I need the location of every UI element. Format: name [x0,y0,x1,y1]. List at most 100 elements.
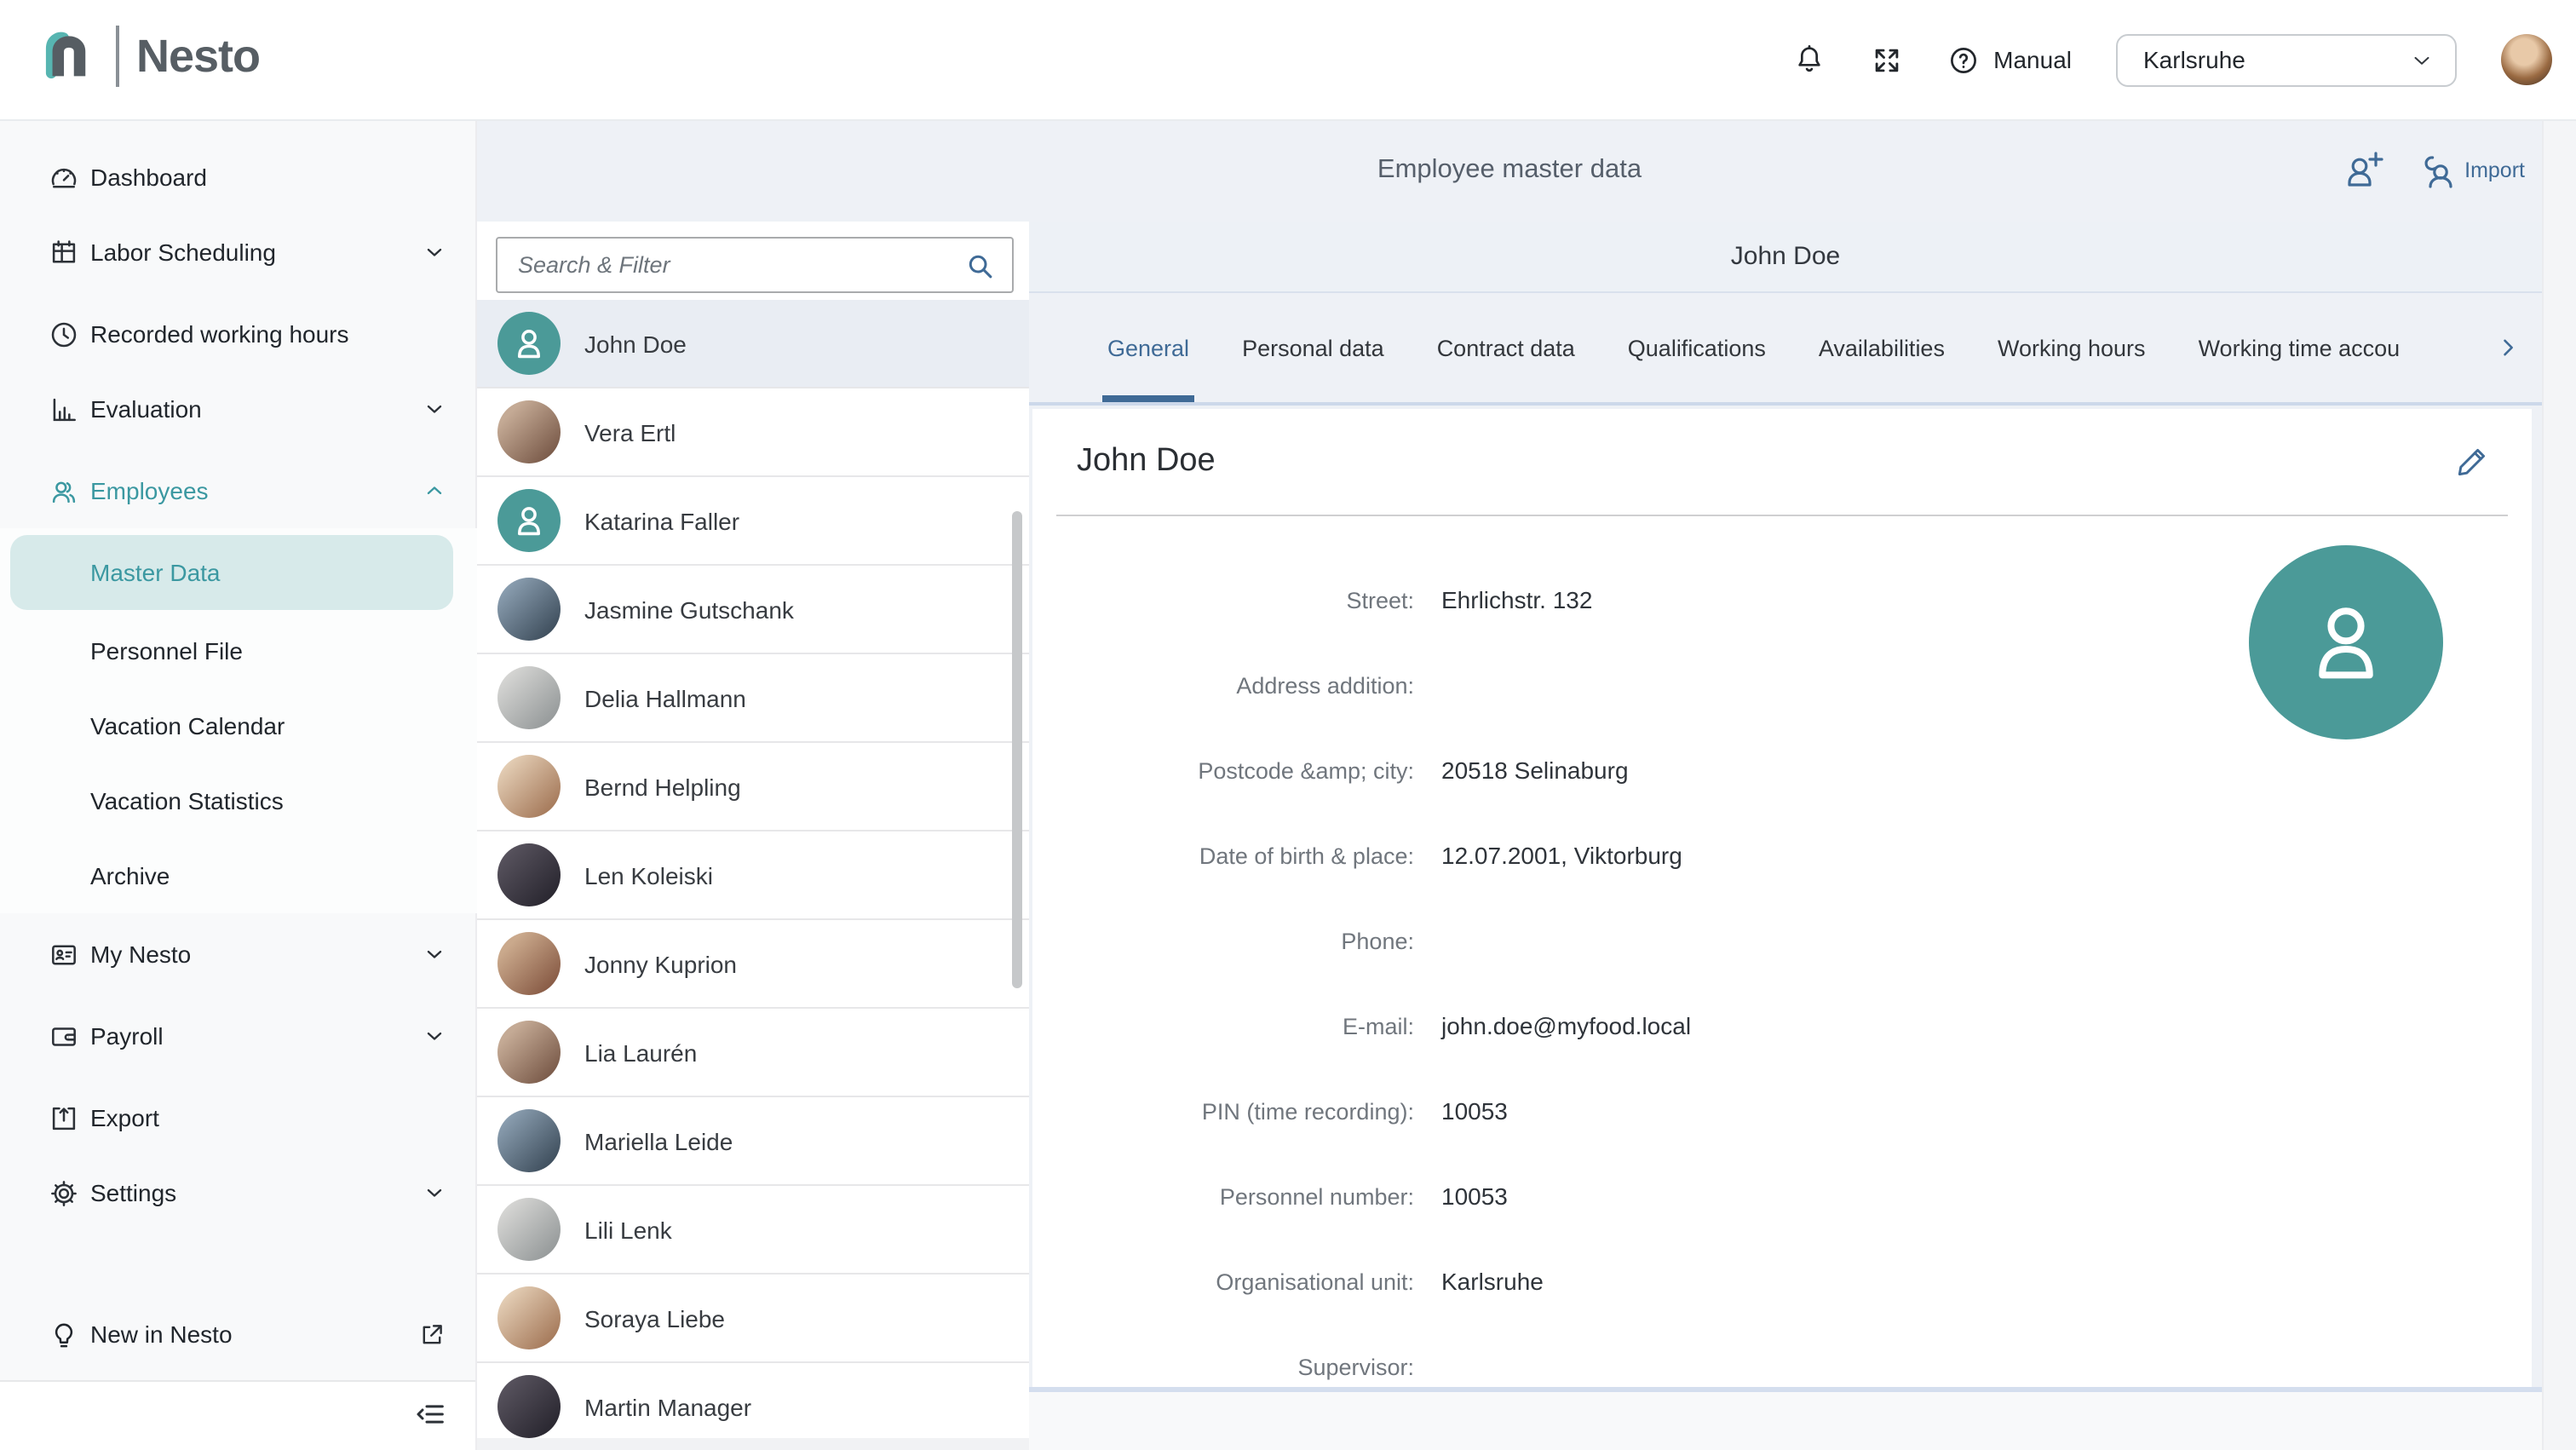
logo-n-icon [37,22,99,90]
edit-pencil-icon[interactable] [2453,443,2491,480]
sidebar-subitem-master-data[interactable]: Master Data [10,535,453,610]
employee-row-delia-hallmann[interactable]: Delia Hallmann [477,654,1029,743]
page-scrollbar-track[interactable] [2542,119,2576,1450]
employee-list-panel: John Doe Vera Ertl Katarina Faller [477,222,1029,1438]
manual-label: Manual [1993,46,2072,73]
sidebar-item-payroll[interactable]: Payroll [0,998,477,1073]
logo-wordmark: Nesto [136,30,260,83]
nesto-logo[interactable]: Nesto [37,22,260,90]
employee-name: Len Koleiski [584,861,713,889]
collapse-sidebar-icon[interactable] [414,1397,448,1431]
employee-row-john-doe[interactable]: John Doe [477,300,1029,388]
tabs-overflow-chevron-right-icon[interactable] [2491,293,2525,402]
add-employee-button[interactable] [2342,148,2386,193]
import-label: Import [2464,158,2525,182]
employee-row-bernd-helpling[interactable]: Bernd Helpling [477,743,1029,831]
sidebar-item-label: New in Nesto [90,1321,233,1348]
field-phone: Phone: [1032,898,2532,983]
wallet-icon [48,1020,80,1052]
sidebar-item-settings[interactable]: Settings [0,1155,477,1230]
tab-contract-data[interactable]: Contract data [1437,293,1575,402]
sidebar-item-export[interactable]: Export [0,1080,477,1155]
employee-avatar [497,666,561,729]
location-selector[interactable]: Karlsruhe [2116,33,2457,86]
sidebar-item-label: Payroll [90,1022,164,1050]
search-icon[interactable] [964,250,997,283]
sidebar-item-label: Recorded working hours [90,320,349,348]
sidebar-item-my-nesto[interactable]: My Nesto [0,917,477,992]
employee-row-len-koleiski[interactable]: Len Koleiski [477,831,1029,920]
chevron-down-icon [423,942,446,966]
field-label: Date of birth & place: [1032,843,1414,868]
field-value: 12.07.2001, Viktorburg [1441,842,1682,869]
employee-row-martin-manager[interactable]: Martin Manager [477,1363,1029,1438]
tab-working-hours[interactable]: Working hours [1998,293,2146,402]
sidebar: Dashboard Labor Scheduling Recorded work… [0,119,477,1450]
user-avatar[interactable] [2501,34,2552,85]
field-value: Karlsruhe [1441,1268,1544,1295]
sidebar-item-dashboard[interactable]: Dashboard [0,140,477,215]
sidebar-subitem-personnel-file[interactable]: Personnel File [0,613,477,688]
employee-row-mariella-leide[interactable]: Mariella Leide [477,1097,1029,1186]
chevron-up-icon [423,479,446,503]
chevron-down-icon [423,240,446,264]
employee-row-lia-lauren[interactable]: Lia Laurén [477,1009,1029,1097]
field-label: Street: [1032,587,1414,613]
employee-row-lili-lenk[interactable]: Lili Lenk [477,1186,1029,1275]
notifications-bell-icon[interactable] [1792,43,1826,77]
lightbulb-icon [48,1318,80,1350]
sidebar-item-employees[interactable]: Employees [0,453,477,528]
sidebar-subitem-label: Master Data [90,559,221,586]
general-info-card: John Doe Street: Ehrlichstr. 132 Address [1032,409,2532,1387]
manual-button[interactable]: Manual [1947,43,2072,76]
field-email: E-mail: john.doe@myfood.local [1032,983,2532,1068]
sidebar-subitem-vacation-calendar[interactable]: Vacation Calendar [0,688,477,763]
employee-avatar [497,755,561,818]
help-question-icon [1947,43,1980,76]
search-input[interactable] [497,239,1012,291]
chevron-down-icon [423,1024,446,1048]
field-value: 10053 [1441,1182,1508,1210]
sidebar-item-recorded-working-hours[interactable]: Recorded working hours [0,296,477,371]
page-actions: Import [2342,119,2525,222]
employee-detail-panel: John Doe General Personal data Contract … [1029,222,2542,1450]
location-value: Karlsruhe [2143,46,2245,73]
employees-submenu: Master Data Personnel File Vacation Cale… [0,528,477,913]
employee-row-soraya-liebe[interactable]: Soraya Liebe [477,1275,1029,1363]
sidebar-item-label: Export [90,1104,159,1131]
fullscreen-icon[interactable] [1871,43,1903,76]
field-label: Supervisor: [1032,1354,1414,1379]
employee-avatar [497,1109,561,1172]
tab-general[interactable]: General [1107,293,1189,402]
sidebar-subitem-vacation-statistics[interactable]: Vacation Statistics [0,763,477,838]
employee-row-vera-ertl[interactable]: Vera Ertl [477,388,1029,477]
chevron-down-icon [423,1181,446,1205]
employee-row-katarina-faller[interactable]: Katarina Faller [477,477,1029,566]
sidebar-item-new-in-nesto[interactable]: New in Nesto [0,1297,477,1372]
field-label: Organisational unit: [1032,1269,1414,1294]
tab-personal-data[interactable]: Personal data [1242,293,1384,402]
sidebar-subitem-label: Vacation Calendar [90,712,285,739]
employee-avatar [497,489,561,552]
tab-working-time-accounts[interactable]: Working time accou [2199,293,2401,402]
employee-row-jasmine-gutschank[interactable]: Jasmine Gutschank [477,566,1029,654]
id-card-icon [48,938,80,970]
sidebar-item-labor-scheduling[interactable]: Labor Scheduling [0,215,477,290]
tab-availabilities[interactable]: Availabilities [1819,293,1945,402]
employee-row-jonny-kuprion[interactable]: Jonny Kuprion [477,920,1029,1009]
schedule-grid-icon [48,236,80,268]
sidebar-subitem-label: Personnel File [90,637,243,665]
list-bottom-strip [477,1438,1029,1450]
external-link-icon [417,1320,446,1349]
page-title: Employee master data [477,119,2542,222]
sidebar-subitem-archive[interactable]: Archive [0,838,477,913]
employee-name: Jasmine Gutschank [584,596,794,623]
sidebar-item-evaluation[interactable]: Evaluation [0,371,477,446]
list-scrollbar-thumb[interactable] [1012,511,1022,988]
tab-qualifications[interactable]: Qualifications [1628,293,1766,402]
import-button[interactable]: Import [2417,150,2525,191]
employee-avatar [497,1021,561,1084]
field-postcode-city: Postcode &amp; city: 20518 Selinaburg [1032,728,2532,813]
employee-avatar [497,932,561,995]
field-label: Postcode &amp; city: [1032,757,1414,783]
